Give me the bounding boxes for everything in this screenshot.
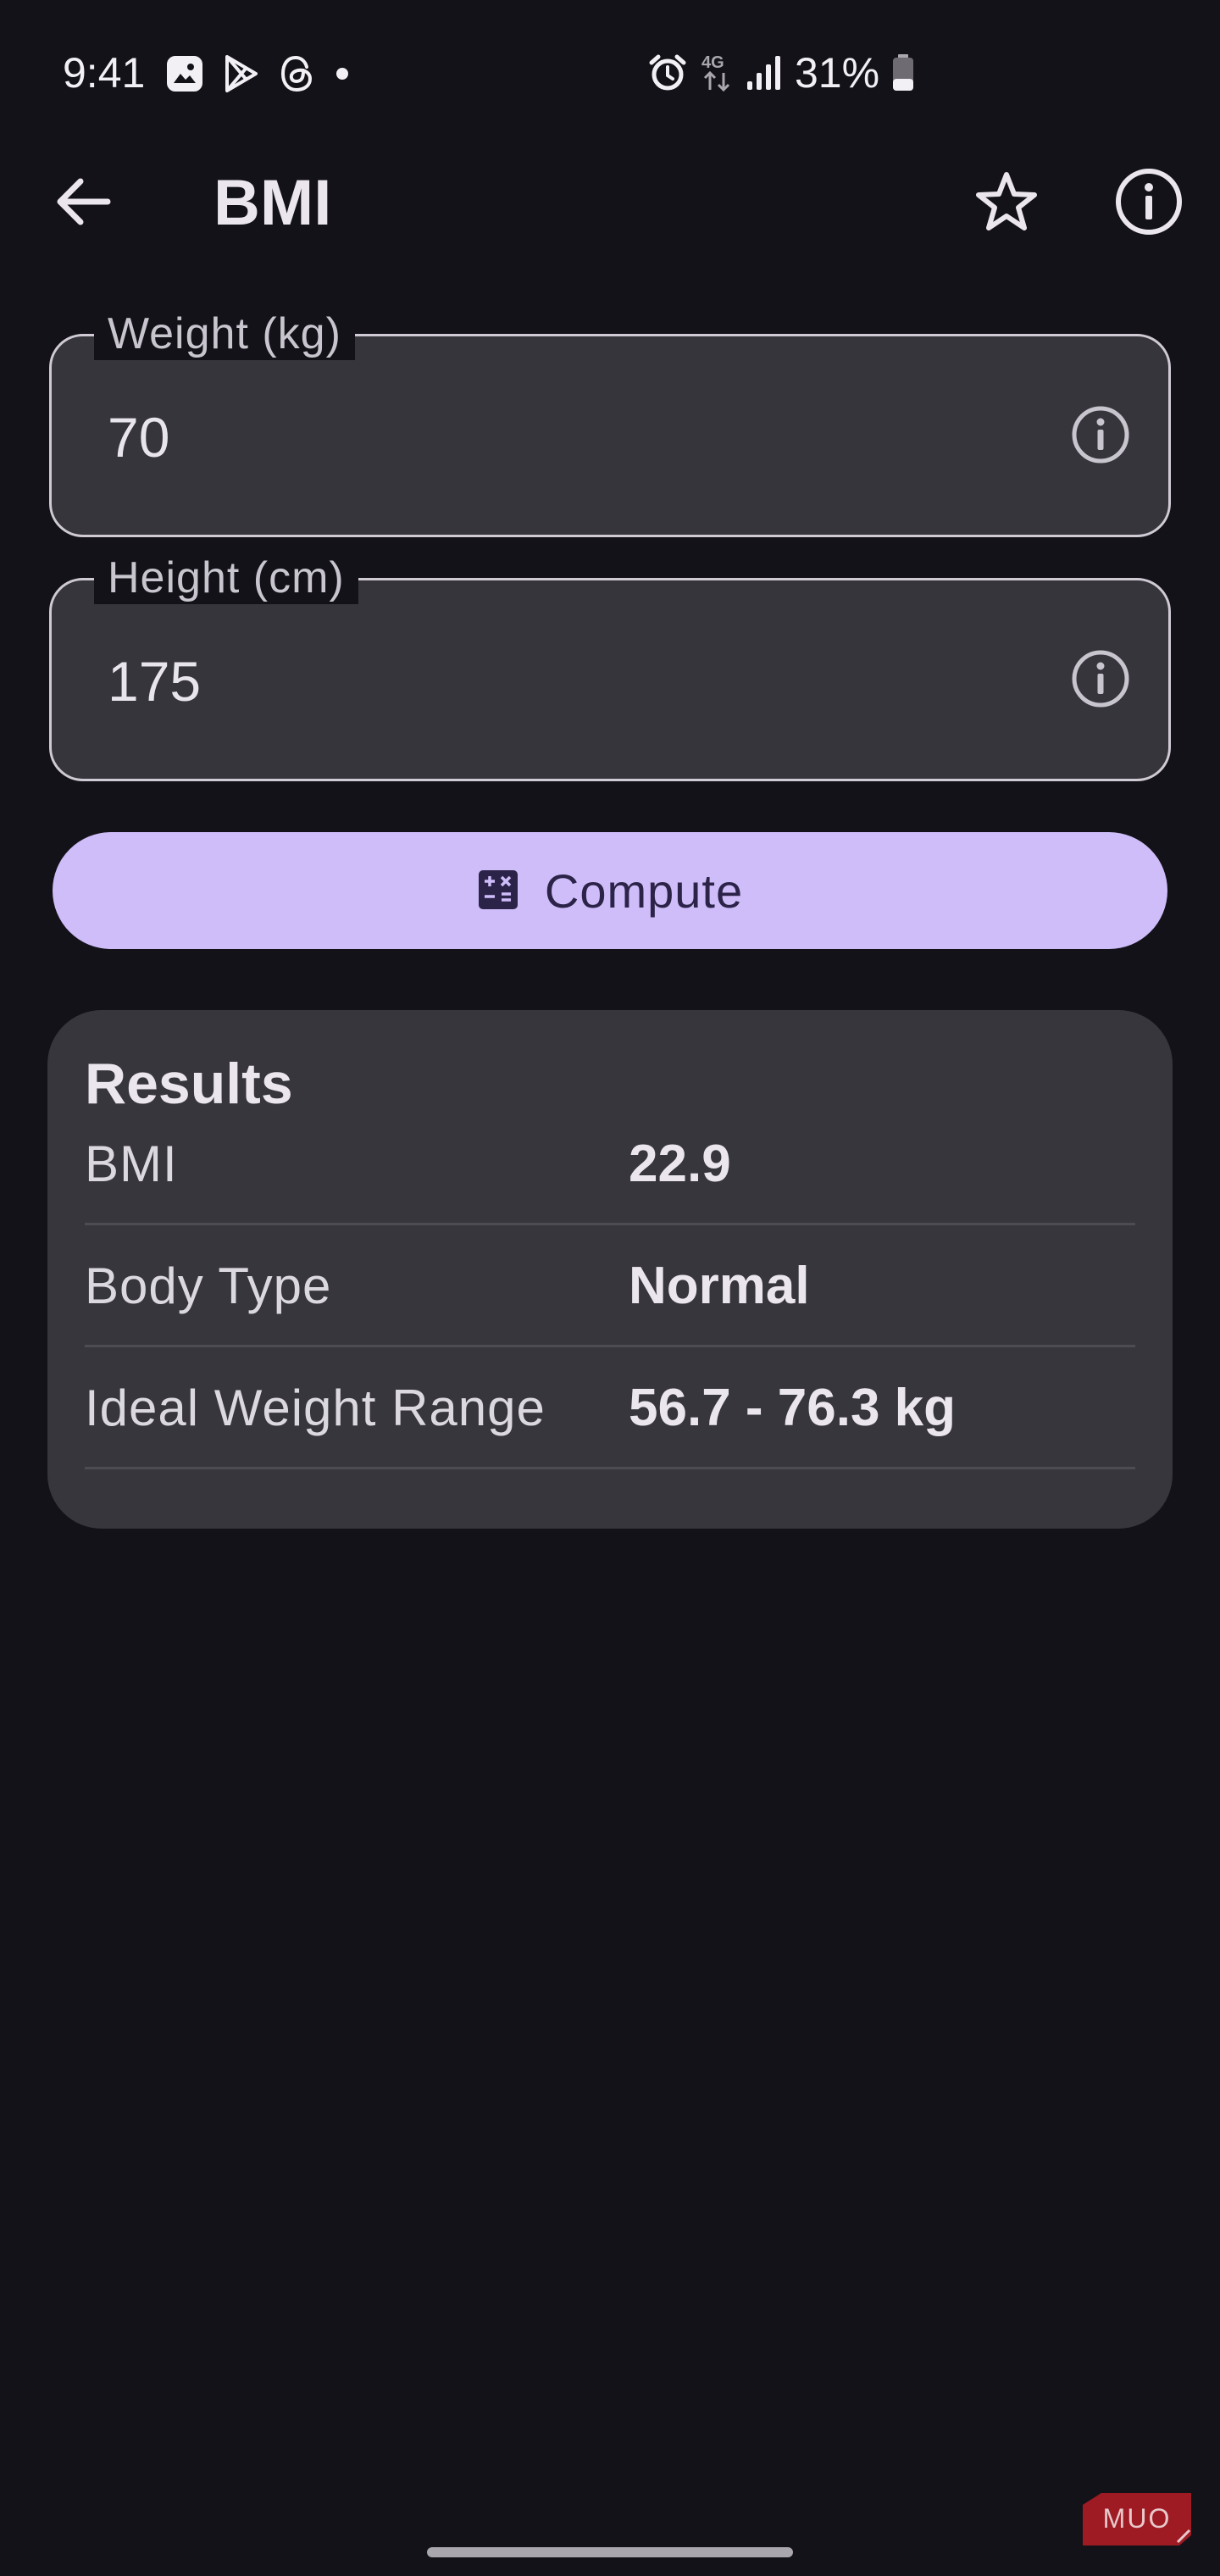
gallery-icon [166, 55, 203, 92]
battery-percent: 31% [795, 49, 880, 97]
result-label: Body Type [85, 1257, 332, 1314]
back-button[interactable] [47, 168, 119, 239]
weight-field[interactable]: Weight (kg) [49, 308, 1171, 537]
status-time: 9:41 [63, 49, 146, 97]
info-icon [1114, 167, 1184, 241]
results-card: Results BMI 22.9 Body Type Normal Ideal … [47, 1010, 1173, 1529]
weight-field-label: Weight (kg) [94, 308, 355, 360]
info-button[interactable] [1113, 168, 1184, 239]
app-bar: BMI [0, 146, 1220, 261]
battery-icon [891, 53, 915, 92]
result-value: 22.9 [629, 1135, 731, 1193]
result-label: BMI [85, 1135, 178, 1192]
star-outline-icon [974, 170, 1039, 237]
compute-button[interactable]: Compute [53, 832, 1167, 949]
favorite-button[interactable] [971, 168, 1042, 239]
page-title: BMI [214, 167, 332, 239]
height-field[interactable]: Height (cm) [49, 552, 1171, 781]
status-bar: 9:41 4G 31% [0, 0, 1220, 146]
status-notification-icons [166, 53, 351, 95]
calculate-icon [477, 869, 519, 913]
network-4g-icon: 4G [700, 51, 734, 95]
play-store-icon [222, 53, 259, 94]
watermark-logo: MUO [1076, 2490, 1193, 2545]
result-row-body-type: Body Type Normal [85, 1225, 1135, 1347]
gesture-navigation-bar[interactable] [427, 2547, 793, 2557]
threads-icon [278, 53, 315, 94]
info-icon [1070, 404, 1131, 469]
alarm-icon [647, 53, 688, 93]
result-value: Normal [629, 1257, 810, 1315]
height-info-button[interactable] [1068, 648, 1133, 713]
info-icon [1070, 648, 1131, 713]
weight-info-button[interactable] [1068, 404, 1133, 469]
network-label: 4G [702, 53, 724, 72]
height-input[interactable] [108, 643, 955, 719]
watermark-text: MUO [1103, 2503, 1172, 2534]
signal-icon [746, 53, 783, 93]
weight-input[interactable] [108, 399, 955, 475]
result-label: Ideal Weight Range [85, 1380, 546, 1436]
arrow-left-icon [53, 176, 113, 231]
compute-button-label: Compute [544, 863, 744, 918]
dot-icon [334, 65, 351, 82]
result-value: 56.7 - 76.3 kg [629, 1379, 957, 1437]
status-system-icons: 4G 31% [647, 47, 915, 98]
result-row-ideal-weight: Ideal Weight Range 56.7 - 76.3 kg [85, 1347, 1135, 1469]
height-field-label: Height (cm) [94, 552, 358, 604]
result-row-bmi: BMI 22.9 [85, 1103, 1135, 1225]
